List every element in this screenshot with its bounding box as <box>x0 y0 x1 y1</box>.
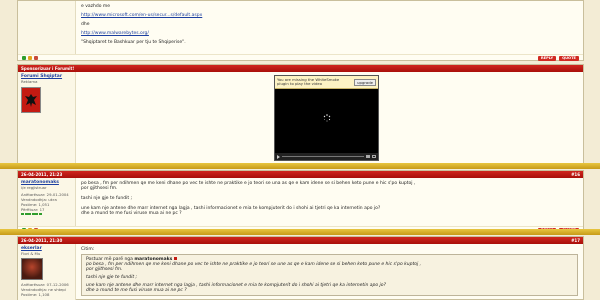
albanian-eagle-avatar <box>21 87 41 113</box>
quote-label: Citim: <box>81 247 95 252</box>
player-controls <box>275 153 378 160</box>
sponsored-title: Sponsorizuar i Forumit! <box>21 66 75 71</box>
quote-line: por gjithsesi fm. <box>86 267 123 272</box>
sponsored-header: Sponsorizuar i Forumit! <box>18 65 583 72</box>
post-16-thanks: Përfituar: 17 <box>21 207 45 212</box>
ad-user-column: Forumi Shqiptar Reklama <box>18 72 76 167</box>
post-17: 26-04-2011, 21:30 #17 ekserlar Flori & M… <box>17 236 584 300</box>
quote-button[interactable]: QUOTE <box>559 55 579 61</box>
ad-body: You are missing the WhiteSmoke plugin to… <box>76 72 583 167</box>
ad-user-role: Reklama <box>21 79 38 84</box>
post-17-body: Citim: Postuar më parë nga maratonomaks … <box>76 244 583 300</box>
reply-button[interactable]: REPLY <box>537 55 557 61</box>
upgrade-button[interactable]: upgrade <box>354 78 376 86</box>
post-16-line: por gjithsesi fm. <box>81 186 118 191</box>
post-16-header: 26-04-2011, 21:23 #16 <box>18 171 583 178</box>
post-16-body: po besa , fm per ndihmen qe me keni dhan… <box>76 178 583 226</box>
post-0-signature: "Shqiptaret te Bashkuar per tju te Shqip… <box>81 40 186 45</box>
quote-box: Postuar më parë nga maratonomaks po besa… <box>81 254 578 296</box>
fullscreen-icon[interactable] <box>372 155 376 158</box>
sponsored-post: Sponsorizuar i Forumit! Forumi Shqiptar … <box>17 64 584 167</box>
seek-bar[interactable] <box>282 156 364 157</box>
online-status-icon <box>22 56 26 60</box>
post-0-user-column <box>18 1 76 54</box>
reputation-bar <box>21 213 72 215</box>
report-icon[interactable] <box>28 56 32 60</box>
post-0-line: dhe <box>81 22 90 27</box>
post-17-user-column: ekserlar Flori & Mu Anëtarësuar: 07-12-2… <box>18 244 76 300</box>
reputation-icon[interactable] <box>34 56 38 60</box>
post-16-date: 26-04-2011, 21:23 <box>21 172 63 177</box>
view-post-icon[interactable] <box>173 257 177 260</box>
post-separator <box>0 229 600 235</box>
post-17-avatar <box>21 258 43 280</box>
post-17-header: 26-04-2011, 21:30 #17 <box>18 237 583 244</box>
post-17-date: 26-04-2011, 21:30 <box>21 238 63 243</box>
post-17-number[interactable]: #17 <box>571 237 580 244</box>
post-16-line: tashi nje gje te fundit ; <box>81 196 133 201</box>
video-player[interactable]: You are missing the WhiteSmoke plugin to… <box>274 75 379 161</box>
eagle-icon <box>25 94 37 107</box>
post-16-user-column: maratonomaks i/e regjistruar Anëtarësuar… <box>18 178 76 226</box>
plugin-message: You are missing the WhiteSmoke plugin to… <box>277 76 340 86</box>
post-separator <box>0 163 600 169</box>
post-17-post-count: Postime: 1,108 <box>21 292 50 297</box>
volume-icon[interactable] <box>366 155 370 158</box>
quote-line: tashi nje gje te fundit ; <box>86 275 138 280</box>
malwarebytes-link[interactable]: http://www.malwarebytes.org/ <box>81 31 578 36</box>
post-0-footer: REPLY QUOTE <box>18 54 583 61</box>
post-17-user-title: Flori & Mu <box>21 251 41 256</box>
post-16-user-title: i/e regjistruar <box>21 185 47 190</box>
microsoft-link[interactable]: http://www.microsoft.com/en-us/secur...s… <box>81 13 578 18</box>
quote-line: dhe a mund te me fusi viruse mua ai ne p… <box>86 288 187 293</box>
post-0-line: e vazhdo me <box>81 4 111 9</box>
plugin-notice: You are missing the WhiteSmoke plugin to… <box>275 76 378 89</box>
post-16-line: dhe a mund te me fusi viruse mua ai ne p… <box>81 211 182 216</box>
post-16: 26-04-2011, 21:23 #16 maratonomaks i/e r… <box>17 170 584 233</box>
play-icon[interactable] <box>277 154 280 159</box>
post-0: e vazhdo me http://www.microsoft.com/en-… <box>17 0 584 61</box>
loading-spinner-icon <box>323 114 331 122</box>
post-16-number[interactable]: #16 <box>571 171 580 178</box>
post-0-body: e vazhdo me http://www.microsoft.com/en-… <box>76 1 583 54</box>
